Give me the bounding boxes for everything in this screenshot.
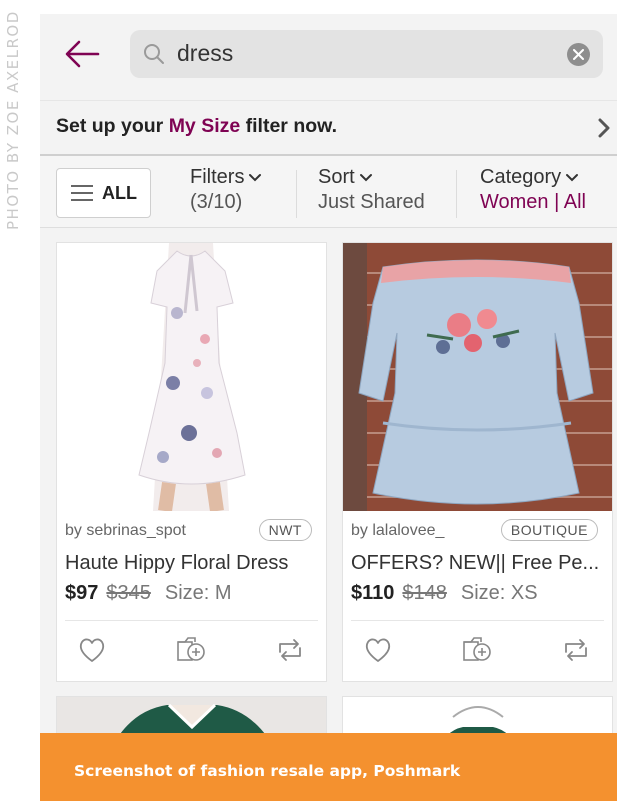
clear-icon — [573, 49, 584, 60]
listing-seller[interactable]: by lalalovee_ — [351, 522, 444, 540]
listing-original-price: $148 — [402, 582, 447, 604]
share-icon — [565, 639, 587, 661]
search-input[interactable]: dress — [130, 30, 603, 78]
caption-bar: Screenshot of fashion resale app, Poshma… — [40, 733, 617, 801]
search-query: dress — [177, 40, 234, 66]
listing-size: Size: M — [164, 582, 232, 604]
filter-divider — [296, 170, 297, 218]
search-header: dress — [40, 14, 617, 98]
category-title: Category — [480, 166, 586, 189]
add-to-bundle-icon — [177, 637, 205, 661]
listing-card[interactable]: by sebrinas_spot NWT Haute Hippy Floral … — [56, 242, 327, 682]
photo-credit: PHOTO BY ZOE AXELROD — [4, 10, 22, 230]
peasant-dress-photo — [343, 243, 612, 511]
like-button[interactable] — [77, 636, 107, 664]
all-label: ALL — [102, 183, 137, 203]
back-arrow-icon — [65, 40, 100, 68]
sort-title: Sort — [318, 166, 425, 189]
like-button[interactable] — [363, 636, 393, 664]
add-to-bundle-button[interactable] — [175, 636, 205, 664]
listing-title[interactable]: OFFERS? NEW|| Free Pe... — [351, 552, 599, 575]
heart-icon — [79, 638, 105, 662]
condition-badge: NWT — [258, 519, 312, 541]
filters-label: Filters — [190, 166, 245, 188]
add-to-bundle-button[interactable] — [461, 636, 491, 664]
sort-label: Sort — [318, 166, 355, 188]
listing-card[interactable]: by lalalovee_ BOUTIQUE OFFERS? NEW|| Fre… — [342, 242, 613, 682]
all-filters-button[interactable]: ALL — [56, 168, 151, 218]
poshmark-app: dress Set up your My Size filter now. AL… — [40, 14, 617, 801]
listing-price: $110 — [351, 582, 395, 604]
condition-badge: BOUTIQUE — [500, 519, 598, 541]
add-to-bundle-icon — [463, 637, 491, 661]
category-label: Category — [480, 166, 562, 188]
listing-seller[interactable]: by sebrinas_spot — [65, 522, 186, 540]
card-divider — [351, 620, 604, 621]
heart-icon — [365, 638, 391, 662]
listing-price: $97 — [65, 582, 99, 604]
my-size-prompt: Set up your My Size filter now. — [56, 115, 337, 138]
back-button[interactable] — [62, 36, 102, 72]
my-size-banner[interactable]: Set up your My Size filter now. — [40, 100, 617, 154]
listing-photo[interactable] — [343, 243, 612, 511]
filter-bar: ALL Filters (3/10) Sort Just Shared Cate… — [40, 154, 617, 228]
sort-value: Just Shared — [318, 191, 425, 213]
banner-prefix: Set up your — [56, 115, 164, 137]
card-divider — [65, 620, 318, 621]
filters-dropdown[interactable]: Filters (3/10) — [190, 166, 262, 220]
caption-text: Screenshot of fashion resale app, Poshma… — [74, 762, 461, 780]
filters-title: Filters — [190, 166, 262, 189]
chevron-down-icon — [566, 173, 579, 182]
share-button[interactable] — [275, 636, 305, 664]
listing-price-row: $110 $148 Size: XS — [351, 582, 538, 605]
category-dropdown[interactable]: Category Women | All — [480, 166, 586, 220]
filters-count: (3/10) — [190, 191, 243, 213]
banner-highlight: My Size — [168, 115, 241, 137]
chevron-down-icon — [249, 173, 262, 182]
search-icon — [144, 44, 164, 64]
sort-dropdown[interactable]: Sort Just Shared — [318, 166, 425, 220]
floral-dress-photo — [57, 243, 326, 511]
clear-search-button[interactable] — [567, 43, 590, 66]
listing-size: Size: XS — [460, 582, 538, 604]
listing-photo[interactable] — [57, 243, 326, 511]
listing-title[interactable]: Haute Hippy Floral Dress — [65, 552, 288, 575]
listing-price-row: $97 $345 Size: M — [65, 582, 232, 605]
banner-suffix: filter now. — [245, 115, 337, 137]
chevron-down-icon — [359, 173, 372, 182]
listing-original-price: $345 — [106, 582, 151, 604]
menu-icon — [71, 185, 93, 201]
category-value: Women | All — [480, 191, 586, 213]
filter-divider — [456, 170, 457, 218]
chevron-right-icon — [598, 118, 610, 138]
share-icon — [279, 639, 301, 661]
share-button[interactable] — [561, 636, 591, 664]
